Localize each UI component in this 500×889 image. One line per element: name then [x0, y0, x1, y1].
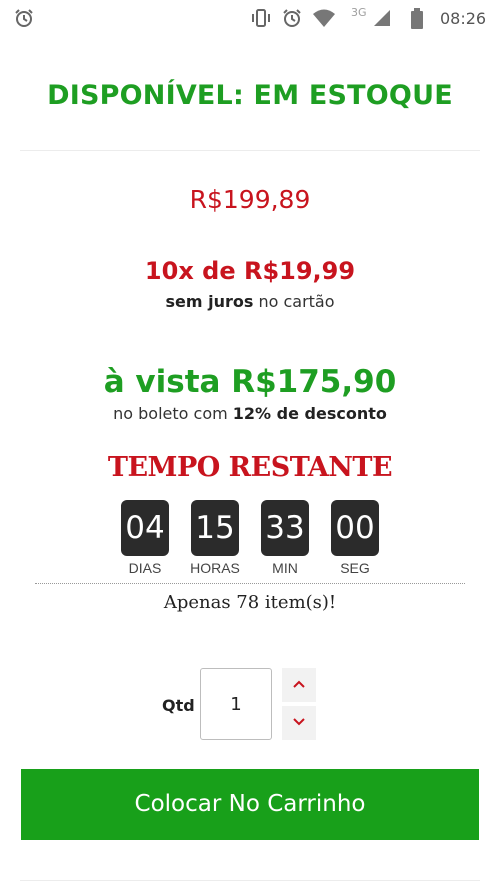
divider [20, 880, 480, 881]
countdown-seconds-label: SEG [340, 560, 370, 576]
quantity-input[interactable] [200, 668, 272, 740]
installments-price: 10x de R$19,99 [144, 257, 356, 285]
countdown-days-label: DIAS [128, 560, 162, 576]
quantity-decrease-button[interactable] [282, 706, 316, 740]
vibrate-icon [250, 8, 272, 28]
countdown-hours: 15 [191, 500, 239, 556]
countdown-minutes-label: MIN [272, 560, 298, 576]
countdown-hours-label: HORAS [190, 560, 240, 576]
installments-note-bold: sem juros [165, 292, 254, 311]
add-to-cart-button[interactable]: Colocar No Carrinho [21, 769, 479, 840]
quantity-increase-button[interactable] [282, 668, 316, 702]
countdown-minutes: 33 [261, 500, 309, 556]
signal-icon [372, 8, 392, 28]
battery-icon [410, 8, 424, 30]
regular-price: R$199,89 [189, 185, 311, 214]
availability-status: DISPONÍVEL: EM ESTOQUE [47, 80, 453, 111]
cash-price: à vista R$175,90 [103, 364, 397, 400]
cash-note: no boleto com 12% de desconto [0, 404, 500, 423]
countdown-timer: 04 15 33 00 DIAS HORAS MIN SEG [0, 500, 500, 580]
stock-message: Apenas 78 item(s)! [163, 592, 337, 613]
chevron-up-icon [292, 676, 306, 694]
countdown-seconds: 00 [331, 500, 379, 556]
dotted-divider [35, 583, 465, 584]
quantity-label: Qtd [162, 696, 195, 715]
installments-note: sem juros no cartão [0, 292, 500, 311]
installments-note-text: no cartão [253, 292, 335, 311]
countdown-title: TEMPO RESTANTE [107, 452, 393, 483]
status-time: 08:26 [440, 9, 487, 28]
cash-note-text: no boleto com [113, 404, 233, 423]
chevron-down-icon [292, 714, 306, 732]
network-type: 3G [351, 6, 367, 19]
alarm-icon [282, 8, 302, 28]
alarm-icon [14, 8, 34, 28]
wifi-icon [312, 8, 336, 28]
divider [20, 150, 480, 151]
countdown-days: 04 [121, 500, 169, 556]
cash-note-bold: 12% de desconto [232, 404, 387, 423]
status-bar: 3G 08:26 [0, 0, 500, 36]
